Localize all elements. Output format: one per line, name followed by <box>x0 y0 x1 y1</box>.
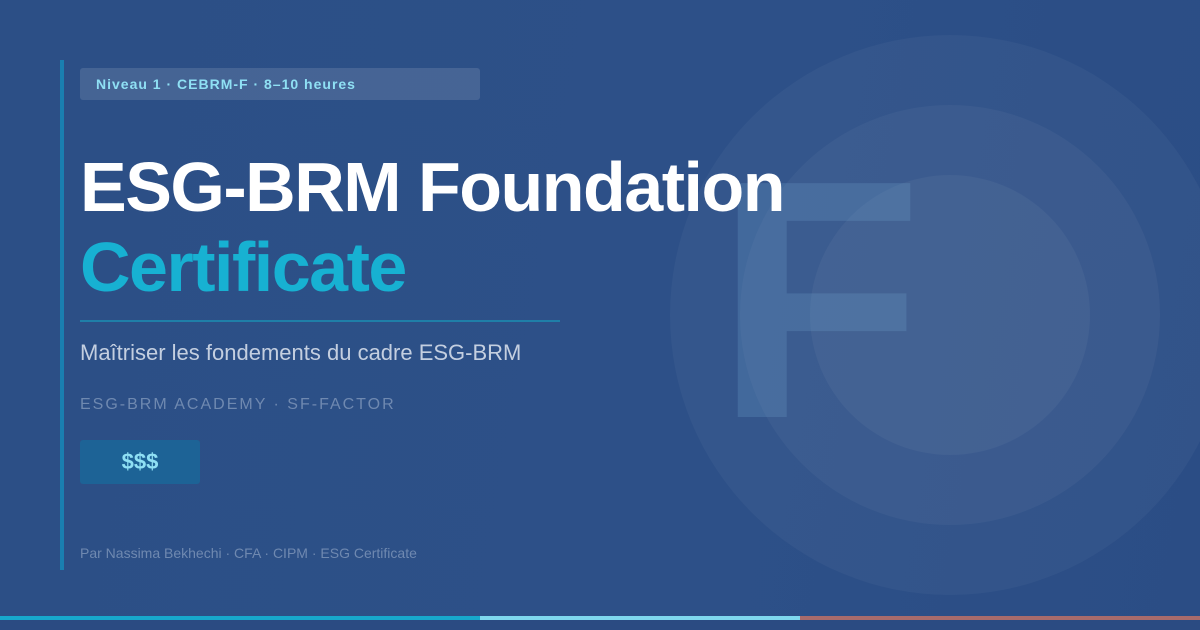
price-badge: $$$ <box>80 440 200 484</box>
divider <box>80 320 560 322</box>
certificate-banner: F Niveau 1 · CEBRM-F · 8–10 heures ESG-B… <box>0 0 1200 630</box>
author-credits: Par Nassima Bekhechi · CFA · CIPM · ESG … <box>80 545 417 561</box>
level-badge: Niveau 1 · CEBRM-F · 8–10 heures <box>80 68 480 100</box>
page-title: ESG-BRM Foundation <box>80 148 786 226</box>
brand-line: ESG-BRM ACADEMY · SF-FACTOR <box>80 396 396 413</box>
bottom-band <box>0 620 1200 630</box>
title-accent: Certificate <box>80 228 407 306</box>
tagline: Maîtriser les fondements du cadre ESG-BR… <box>80 340 522 365</box>
left-accent-bar <box>60 60 64 570</box>
